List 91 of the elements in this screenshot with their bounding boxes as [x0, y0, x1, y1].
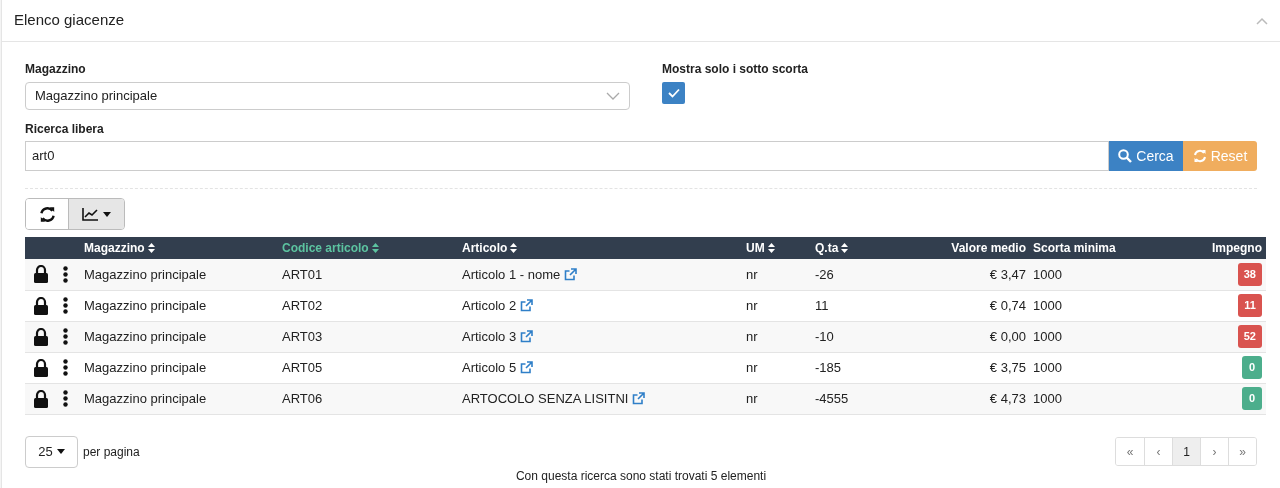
refresh-icon	[1192, 149, 1207, 163]
table-cell: 1000	[1033, 266, 1062, 282]
table-cell: nr	[746, 390, 758, 406]
table-cell: ART03	[282, 328, 323, 344]
search-button[interactable]: Cerca	[1109, 141, 1183, 171]
page-size-dropdown[interactable]: 25	[25, 435, 78, 468]
sortable-column-header[interactable]: Codice articolo	[282, 239, 379, 257]
table-cell: nr	[746, 266, 758, 282]
line-chart-icon	[82, 207, 99, 221]
sortable-column-header[interactable]: Magazzino	[84, 239, 155, 257]
table-cell: € 0,74	[989, 297, 1026, 313]
table-cell: Magazzino principale	[84, 266, 207, 282]
lock-icon[interactable]	[33, 389, 49, 408]
sort-icon	[147, 243, 155, 253]
table-cell: ART05	[282, 359, 323, 375]
table-cell-text: Articolo 1 - nome	[462, 265, 561, 284]
checkbox-label: Mostra solo i sotto scorta	[662, 61, 809, 78]
commitment-badge: 52	[1237, 325, 1262, 348]
external-link-icon[interactable]	[520, 299, 534, 312]
pagination-button[interactable]: 1	[1172, 438, 1200, 465]
table-cell-text: Articolo 2	[462, 296, 517, 315]
lock-icon[interactable]	[33, 327, 49, 346]
sortable-column-header[interactable]: UM	[746, 239, 775, 257]
table-cell: ART01	[282, 266, 323, 282]
table-cell-text: Articolo 3	[462, 327, 517, 346]
table-cell-text: ARTOCOLO SENZA LISITNI	[462, 389, 629, 408]
sortable-column-header[interactable]: Articolo	[462, 239, 518, 257]
table-cell-text: Articolo 5	[462, 358, 517, 377]
table-cell: 1000	[1033, 297, 1062, 313]
column-header: Valore medio	[951, 240, 1026, 257]
result-summary: Con questa ricerca sono stati trovati 5 elementi	[515, 467, 767, 485]
table-cell: 11	[815, 297, 829, 313]
table-cell: € 0,00	[989, 328, 1026, 344]
external-link-icon[interactable]	[520, 330, 534, 343]
commitment-badge: 38	[1237, 263, 1262, 286]
sort-icon	[510, 243, 518, 253]
pagination-button[interactable]: »	[1228, 438, 1256, 465]
lock-icon[interactable]	[33, 296, 49, 315]
sortable-column-header[interactable]: Q.ta	[815, 239, 849, 257]
external-link-icon[interactable]	[632, 392, 646, 405]
field-label: Ricerca libera	[25, 121, 105, 138]
table-cell: 1000	[1033, 359, 1062, 375]
more-options-icon[interactable]	[63, 390, 68, 407]
search-icon	[1118, 149, 1133, 163]
more-options-icon[interactable]	[63, 359, 68, 376]
lock-icon[interactable]	[33, 265, 49, 284]
table-cell: € 3,47	[989, 266, 1026, 282]
under-stock-checkbox[interactable]	[662, 82, 685, 104]
table-cell: ART02	[282, 297, 323, 313]
chevron-down-icon	[606, 92, 620, 100]
table-cell: -10	[815, 328, 834, 344]
table-cell: nr	[746, 359, 758, 375]
commitment-badge: 0	[1242, 387, 1262, 410]
external-link-icon[interactable]	[520, 361, 534, 374]
table-cell: Magazzino principale	[84, 390, 207, 406]
caret-icon	[103, 211, 111, 217]
table-cell: ART06	[282, 390, 323, 406]
commitment-badge: 0	[1242, 356, 1262, 379]
table-cell: -4555	[815, 390, 849, 406]
more-options-icon[interactable]	[63, 328, 68, 345]
table-cell: € 4,73	[989, 390, 1026, 406]
search-field[interactable]: art0	[25, 141, 1109, 171]
sort-icon	[841, 243, 849, 253]
sort-icon	[767, 243, 775, 253]
caret-icon	[56, 449, 65, 454]
field-label: Magazzino	[25, 61, 87, 78]
check-icon	[667, 88, 680, 98]
chart-dropdown-button[interactable]	[69, 199, 124, 229]
warehouse-dropdown[interactable]: Magazzino principale	[25, 82, 630, 110]
refresh-icon	[38, 205, 56, 223]
table-cell: Magazzino principale	[84, 297, 207, 313]
table-cell: € 3,75	[989, 359, 1026, 375]
sort-icon	[371, 243, 379, 253]
table-cell: Magazzino principale	[84, 359, 207, 375]
table-cell: Magazzino principale	[84, 328, 207, 344]
table-cell: 1000	[1033, 328, 1062, 344]
table-cell: -185	[815, 359, 842, 375]
refresh-button[interactable]	[26, 199, 69, 229]
external-link-icon[interactable]	[564, 267, 578, 281]
lock-icon[interactable]	[33, 358, 49, 377]
commitment-badge: 11	[1238, 294, 1262, 317]
table-cell: nr	[746, 328, 758, 344]
more-options-icon[interactable]	[63, 265, 68, 283]
panel-title: Elenco giacenze	[14, 10, 125, 31]
column-header: Impegno	[1212, 240, 1262, 257]
table-cell: nr	[746, 297, 758, 313]
table-cell: 1000	[1033, 390, 1062, 406]
table-cell: -26	[815, 266, 834, 282]
column-header: Scorta minima	[1033, 240, 1116, 257]
more-options-icon[interactable]	[63, 297, 68, 314]
page-size-label: per pagina	[83, 443, 140, 461]
